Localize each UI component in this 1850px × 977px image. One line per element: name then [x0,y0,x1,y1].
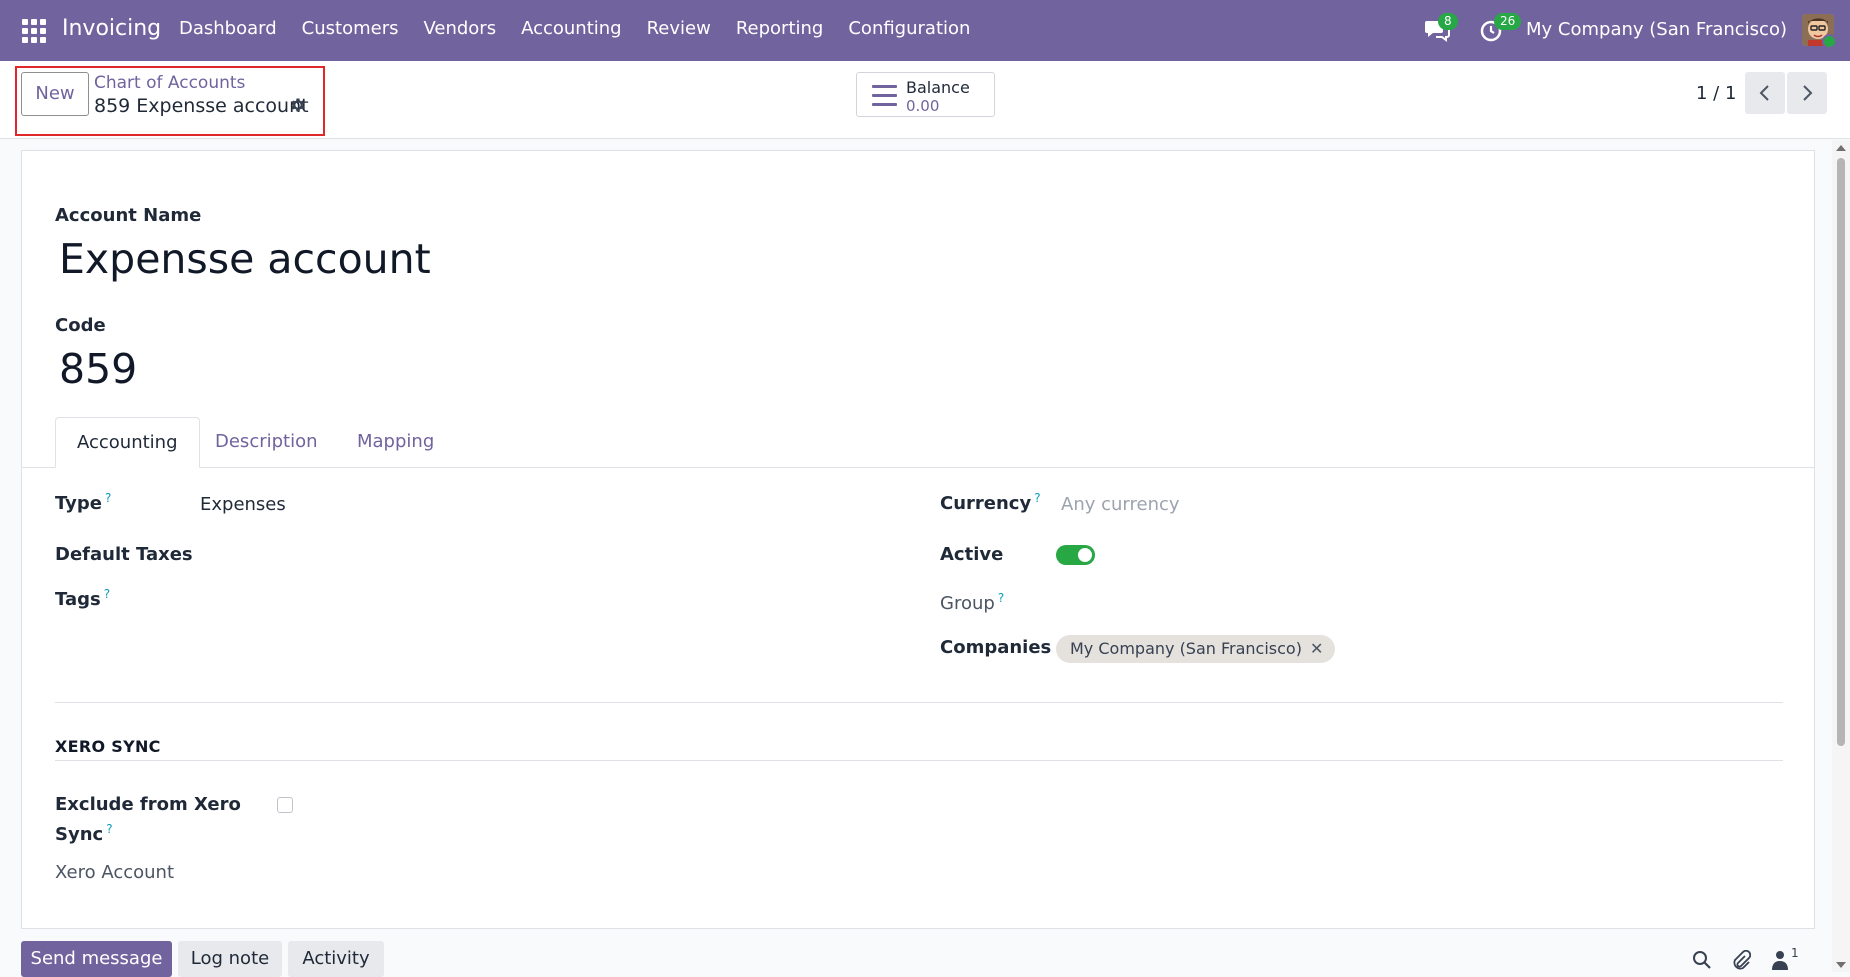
control-panel: New Chart of Accounts 859 Expensse accou… [0,61,1850,139]
company-tag: My Company (San Francisco) ✕ [1056,635,1336,663]
active-toggle[interactable] [1056,545,1095,565]
company-switcher[interactable]: My Company (San Francisco) [1526,19,1787,40]
messages-button[interactable]: 8 [1424,13,1458,42]
type-help-icon[interactable]: ? [105,491,111,505]
breadcrumb-chart-of-accounts[interactable]: Chart of Accounts [94,73,245,93]
exclude-xero-label-line1: Exclude from Xero [55,794,241,815]
menu-dashboard[interactable]: Dashboard [179,18,277,39]
group-label-text: Group [940,593,995,614]
tags-help-icon[interactable]: ? [104,587,110,601]
app-name[interactable]: Invoicing [62,16,161,41]
exclude-xero-checkbox[interactable] [277,797,293,813]
tags-label: Tags? [55,587,110,610]
tags-label-text: Tags [55,589,101,610]
separator [55,702,1783,703]
scroll-up-arrow[interactable] [1836,145,1846,151]
activities-button[interactable]: 26 [1480,13,1522,42]
menu-customers[interactable]: Customers [302,18,399,39]
main-menu: Dashboard Customers Vendors Accounting R… [179,18,995,39]
pager-next-button[interactable] [1787,72,1827,114]
default-taxes-label: Default Taxes [55,544,193,565]
menu-review[interactable]: Review [647,18,711,39]
followers-button[interactable]: 1 [1772,946,1806,970]
online-status-dot [1822,34,1837,49]
top-navbar: Invoicing Dashboard Customers Vendors Ac… [0,0,1850,61]
xero-account-label: Xero Account [55,862,175,883]
paperclip-icon[interactable] [1731,950,1751,972]
group-label: Group? [940,591,1004,614]
account-name-label: Account Name [55,205,202,226]
menu-configuration[interactable]: Configuration [848,18,970,39]
pager-value[interactable]: 1 / 1 [1696,83,1736,104]
scroll-down-arrow[interactable] [1836,962,1846,968]
form-sheet: Account Name Expensse account Code 859 A… [21,150,1815,929]
scrollbar-thumb[interactable] [1837,158,1845,746]
new-button[interactable]: New [21,72,89,116]
user-icon [1772,951,1788,970]
type-label-text: Type [55,493,102,514]
balance-label: Balance [906,78,970,97]
section-separator [55,760,1783,761]
group-help-icon[interactable]: ? [998,591,1004,605]
gear-icon[interactable] [289,96,307,114]
record-title: 859 Expensse account [94,95,309,117]
balance-smart-button[interactable]: Balance 0.00 [856,72,995,117]
tab-accounting[interactable]: Accounting [55,417,200,468]
tab-description[interactable]: Description [215,417,318,467]
chevron-right-icon [1803,85,1813,101]
form-tabs: Accounting Description Mapping [22,417,1814,468]
pager-previous-button[interactable] [1745,72,1785,114]
menu-accounting[interactable]: Accounting [521,18,622,39]
xero-account-field[interactable] [200,862,900,884]
companies-label: Companies [940,637,1052,658]
currency-help-icon[interactable]: ? [1034,491,1040,505]
apps-menu-icon[interactable] [22,19,46,43]
default-taxes-field[interactable] [200,544,900,566]
balance-value: 0.00 [906,97,940,115]
exclude-xero-label-line2: Sync? [55,822,113,845]
tab-mapping[interactable]: Mapping [357,417,434,467]
chevron-left-icon [1759,85,1769,101]
currency-label: Currency? [940,491,1041,514]
list-icon [872,85,897,106]
menu-vendors[interactable]: Vendors [423,18,496,39]
code-label: Code [55,315,106,336]
type-field[interactable]: Expenses [200,494,286,515]
search-icon[interactable] [1692,950,1712,970]
menu-reporting[interactable]: Reporting [736,18,824,39]
account-name-field[interactable]: Expensse account [59,235,431,283]
exclude-xero-help-icon[interactable]: ? [106,822,112,836]
currency-field[interactable]: Any currency [1061,494,1180,515]
user-avatar[interactable] [1802,14,1837,49]
tags-field[interactable] [200,587,900,609]
active-label: Active [940,544,1004,565]
exclude-xero-label-line2-text: Sync [55,824,104,845]
remove-tag-icon[interactable]: ✕ [1310,635,1323,663]
xero-sync-section-title: XERO SYNC [55,737,161,756]
group-field[interactable] [1061,591,1761,613]
followers-count: 1 [1791,946,1799,960]
currency-label-text: Currency [940,493,1032,514]
type-label: Type? [55,491,111,514]
company-tag-label: My Company (San Francisco) [1070,639,1302,658]
messages-count-badge: 8 [1438,13,1458,30]
code-field[interactable]: 859 [59,345,137,393]
activities-count-badge: 26 [1494,13,1522,30]
